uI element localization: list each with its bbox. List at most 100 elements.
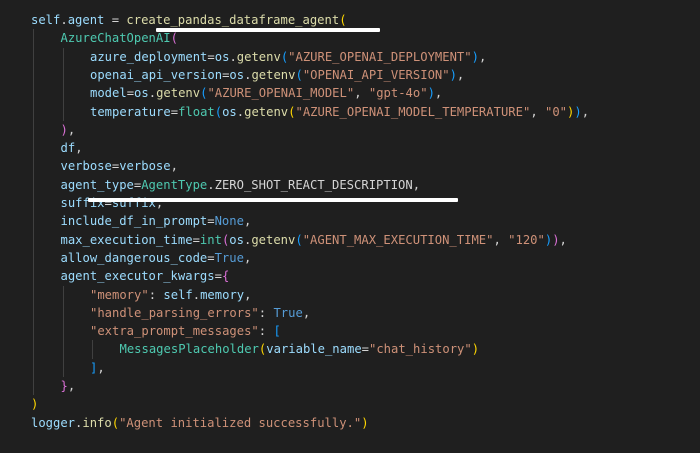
- code-line[interactable]: verbose=verbose,: [61, 157, 178, 175]
- code-token: "gpt-4o": [368, 86, 428, 101]
- code-line[interactable]: logger.info("Agent initialized successfu…: [31, 414, 369, 432]
- code-token: ,: [67, 122, 76, 137]
- code-line[interactable]: ),: [61, 121, 76, 139]
- code-token: ,: [559, 232, 567, 247]
- code-token: getenv: [236, 49, 281, 64]
- code-token: .: [229, 49, 237, 64]
- code-token: "AZURE_OPENAI_DEPLOYMENT": [288, 49, 472, 64]
- code-token: AzureChatOpenAI: [60, 31, 171, 46]
- code-token: "extra_prompt_messages": [90, 324, 259, 339]
- code-token: (: [214, 104, 223, 119]
- code-token: ): [361, 415, 369, 430]
- code-token: =: [361, 342, 369, 357]
- code-token: getenv: [251, 67, 296, 82]
- code-token: "chat_history": [369, 342, 472, 357]
- code-line[interactable]: ],: [90, 359, 105, 377]
- code-token: :: [258, 305, 274, 320]
- code-token: .: [60, 13, 68, 27]
- code-line[interactable]: include_df_in_prompt=None,: [61, 212, 252, 230]
- code-line[interactable]: "extra_prompt_messages": [: [90, 322, 281, 340]
- code-line[interactable]: ): [31, 395, 38, 413]
- code-line[interactable]: suffix=suffix,: [61, 194, 164, 212]
- code-token: ,: [478, 49, 487, 64]
- code-token: float: [178, 104, 215, 119]
- code-token: ,: [75, 141, 83, 156]
- code-token: =: [207, 250, 215, 265]
- code-line[interactable]: agent_type=AgentType.ZERO_SHOT_REACT_DES…: [61, 176, 421, 194]
- code-line[interactable]: "memory": self.memory,: [90, 286, 251, 304]
- code-token: ,: [243, 214, 252, 229]
- code-token: =: [192, 232, 200, 247]
- code-token: None: [214, 214, 244, 229]
- code-token: "handle_parsing_errors": [90, 305, 259, 320]
- code-line[interactable]: model=os.getenv("AZURE_OPENAI_MODEL", "g…: [90, 84, 442, 102]
- code-token: ,: [581, 104, 590, 119]
- code-token: os: [134, 86, 149, 101]
- annotation-underline-agent-type: [88, 198, 458, 202]
- code-token: ): [449, 67, 457, 82]
- code-token: openai_api_version: [90, 67, 223, 82]
- code-line[interactable]: temperature=float(os.getenv("AZURE_OPENA…: [90, 103, 589, 121]
- code-editor[interactable]: self.agent = create_pandas_dataframe_age…: [0, 0, 700, 453]
- code-token: agent_executor_kwargs: [60, 269, 215, 284]
- code-token: (: [339, 13, 347, 27]
- code-token: True: [214, 250, 244, 265]
- code-token: (: [288, 104, 296, 119]
- code-token: azure_deployment: [90, 49, 208, 64]
- code-token: =: [126, 86, 135, 101]
- code-token: "AZURE_OPENAI_MODEL": [207, 86, 355, 101]
- indent-guide: [33, 29, 34, 396]
- code-token: os: [214, 49, 230, 64]
- code-line[interactable]: "handle_parsing_errors": True,: [90, 304, 310, 322]
- code-token: "AZURE_OPENAI_MODEL_TEMPERATURE": [295, 104, 531, 119]
- code-token: (: [111, 415, 120, 430]
- code-line[interactable]: MessagesPlaceholder(variable_name="chat_…: [120, 340, 480, 358]
- code-token: ZERO_SHOT_REACT_DESCRIPTION: [214, 177, 413, 192]
- code-token: "OPENAI_API_VERSION": [302, 67, 450, 82]
- code-token: "120": [508, 232, 545, 247]
- code-token: logger: [31, 415, 76, 430]
- code-token: ,: [243, 250, 252, 265]
- code-token: temperature: [90, 104, 171, 119]
- code-line[interactable]: },: [61, 377, 76, 395]
- code-token: memory: [200, 287, 245, 302]
- code-line[interactable]: self.agent = create_pandas_dataframe_age…: [31, 11, 347, 29]
- code-line[interactable]: agent_executor_kwargs={: [61, 267, 230, 285]
- code-token: =: [207, 49, 215, 64]
- code-token: =: [170, 104, 179, 119]
- code-token: os: [229, 232, 244, 247]
- code-token: ,: [302, 305, 311, 320]
- code-token: "Agent initialized successfully.": [119, 415, 362, 430]
- code-line[interactable]: max_execution_time=int(os.getenv("AGENT_…: [61, 231, 567, 249]
- code-token: create_pandas_dataframe_agent: [126, 13, 340, 27]
- code-line[interactable]: openai_api_version=os.getenv("OPENAI_API…: [90, 66, 464, 84]
- code-line[interactable]: df,: [61, 139, 83, 157]
- code-token: {: [221, 269, 230, 284]
- code-line[interactable]: azure_deployment=os.getenv("AZURE_OPENAI…: [90, 48, 486, 66]
- code-token: self: [31, 13, 61, 27]
- code-token: "AGENT_MAX_EXECUTION_TIME": [302, 232, 494, 247]
- code-token: =: [207, 214, 215, 229]
- code-token: ): [60, 122, 68, 137]
- code-token: ,: [412, 177, 421, 192]
- code-token: os: [222, 104, 237, 119]
- code-token: allow_dangerous_code: [60, 250, 208, 265]
- code-token: ,: [434, 86, 443, 101]
- code-token: ): [471, 49, 479, 64]
- code-token: :: [258, 324, 274, 339]
- code-token: ,: [493, 232, 509, 247]
- code-token: (: [170, 31, 178, 46]
- code-token: "0": [545, 104, 568, 119]
- code-token: verbose: [119, 159, 171, 174]
- code-token: ): [427, 86, 435, 101]
- indent-guide: [92, 340, 93, 359]
- code-token: .: [207, 177, 215, 192]
- code-token: ): [471, 342, 480, 357]
- code-token: AgentType: [141, 177, 208, 192]
- code-line[interactable]: allow_dangerous_code=True,: [61, 249, 252, 267]
- code-token: .: [148, 86, 157, 101]
- code-token: int: [199, 232, 222, 247]
- code-token: ,: [170, 159, 178, 174]
- indent-guide: [62, 47, 64, 121]
- code-token: =: [214, 269, 222, 284]
